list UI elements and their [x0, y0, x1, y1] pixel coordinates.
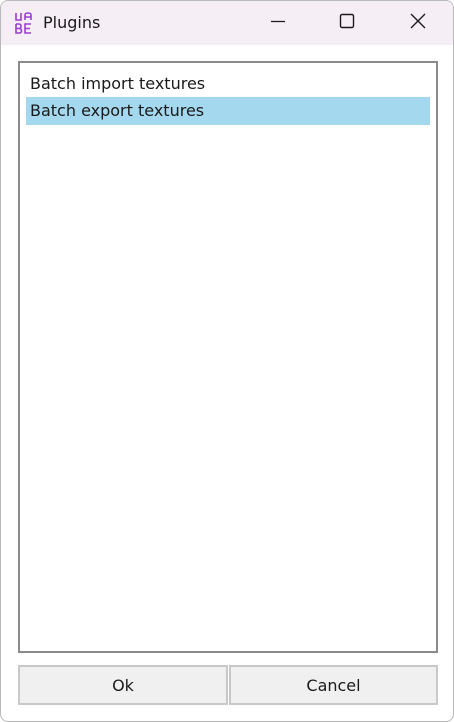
- plugins-list[interactable]: Batch import textures Batch export textu…: [18, 61, 438, 653]
- close-button[interactable]: [395, 1, 441, 45]
- minimize-button[interactable]: [255, 1, 301, 45]
- list-item-batch-import-textures[interactable]: Batch import textures: [26, 70, 430, 98]
- list-item-batch-export-textures[interactable]: Batch export textures: [26, 97, 430, 125]
- cancel-button[interactable]: Cancel: [229, 665, 438, 705]
- minimize-icon: [270, 13, 286, 33]
- ok-button[interactable]: Ok: [18, 665, 228, 705]
- maximize-icon: [339, 13, 355, 33]
- close-icon: [410, 13, 426, 33]
- maximize-button[interactable]: [324, 1, 370, 45]
- plugins-window: Plugins Batch import textures Batch expo…: [0, 0, 454, 722]
- title-bar[interactable]: Plugins: [1, 1, 453, 45]
- window-title: Plugins: [43, 13, 101, 32]
- uabe-icon: [13, 11, 35, 35]
